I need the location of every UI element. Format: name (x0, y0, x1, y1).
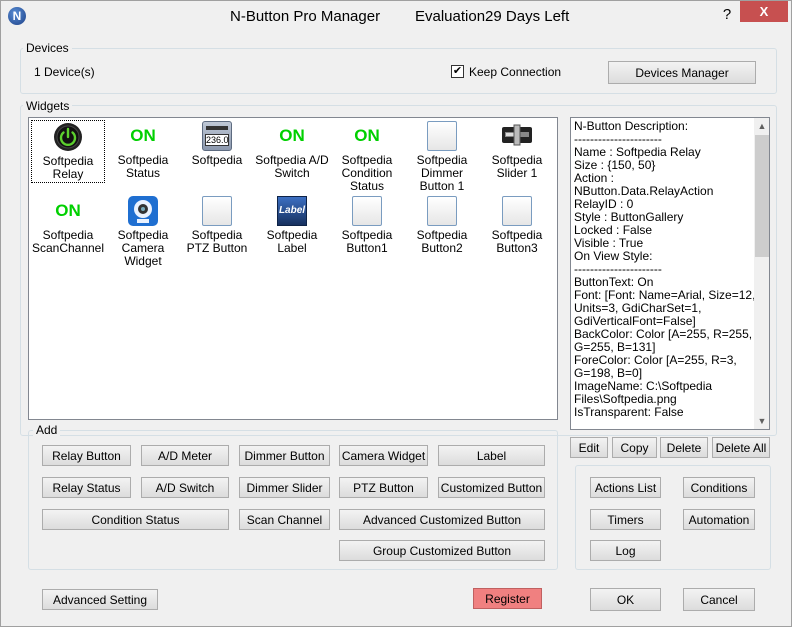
widget-softpedia-button3[interactable]: Softpedia Button3 (480, 196, 554, 255)
copy-button[interactable]: Copy (612, 437, 657, 458)
conditions-button[interactable]: Conditions (683, 477, 755, 498)
widget-label: Softpedia Condition Status (341, 153, 393, 193)
scroll-down-icon[interactable]: ▼ (754, 413, 769, 429)
dimmer-button-button[interactable]: Dimmer Button (239, 445, 330, 466)
widget-softpedia-status[interactable]: ON Softpedia Status (106, 121, 180, 180)
widget-softpedia-camera[interactable]: Softpedia Camera Widget (106, 196, 180, 268)
meter-icon: 236.0 (202, 121, 232, 151)
relay-button-button[interactable]: Relay Button (42, 445, 131, 466)
blank-button-icon (352, 196, 382, 226)
scroll-up-icon[interactable]: ▲ (754, 118, 769, 134)
widget-label: Softpedia Button1 (341, 228, 393, 255)
cancel-button[interactable]: Cancel (683, 588, 755, 611)
on-indicator: ON (130, 126, 156, 145)
keep-connection-label: Keep Connection (469, 65, 562, 79)
widget-softpedia-relay[interactable]: Softpedia Relay (31, 120, 105, 183)
widget-label: Softpedia Dimmer Button 1 (416, 153, 468, 193)
widget-label: Softpedia Relay (42, 154, 94, 181)
evaluation-notice: Evaluation29 Days Left (415, 8, 570, 25)
widget-softpedia-ad-switch[interactable]: ON Softpedia A/D Switch (255, 121, 329, 180)
ad-meter-button[interactable]: A/D Meter (141, 445, 229, 466)
widgets-group-label: Widgets (23, 99, 73, 113)
register-button[interactable]: Register (473, 588, 542, 609)
widget-softpedia-scanchannel[interactable]: ON Softpedia ScanChannel (31, 196, 105, 255)
widget-softpedia-button1[interactable]: Softpedia Button1 (330, 196, 404, 255)
relay-status-button[interactable]: Relay Status (42, 477, 131, 498)
power-icon (54, 123, 82, 151)
add-group-label: Add (33, 423, 61, 437)
widget-label: Softpedia PTZ Button (186, 228, 248, 255)
label-button[interactable]: Label (438, 445, 545, 466)
advanced-setting-button[interactable]: Advanced Setting (42, 589, 158, 610)
meter-display: 236.0 (205, 134, 229, 146)
description-scrollbar[interactable]: ▲ ▼ (754, 118, 769, 429)
camera-icon (128, 196, 158, 226)
widget-softpedia-meter[interactable]: 236.0 Softpedia (180, 121, 254, 167)
delete-button[interactable]: Delete (660, 437, 708, 458)
ok-button[interactable]: OK (590, 588, 661, 611)
label-icon: Label (277, 196, 307, 226)
widget-label: Softpedia Status (117, 153, 169, 180)
widget-label: Softpedia Button3 (491, 228, 543, 255)
widget-label: Softpedia Slider 1 (491, 153, 543, 180)
help-icon[interactable]: ? (717, 6, 737, 26)
main-window: N N-Button Pro Manager Evaluation29 Days… (0, 0, 792, 627)
widget-label: Softpedia (191, 153, 243, 167)
blank-button-icon (502, 196, 532, 226)
condition-status-button[interactable]: Condition Status (42, 509, 229, 530)
description-panel[interactable]: N-Button Description: ------------------… (570, 117, 770, 430)
edit-button[interactable]: Edit (570, 437, 608, 458)
title-bar[interactable]: N N-Button Pro Manager Evaluation29 Days… (1, 1, 791, 31)
device-count: 1 Device(s) (34, 65, 95, 79)
widget-label: Softpedia A/D Switch (255, 153, 329, 180)
ptz-button-button[interactable]: PTZ Button (339, 477, 428, 498)
keep-connection-checkbox[interactable]: ✔ (451, 65, 464, 78)
widgets-panel[interactable]: Softpedia Relay ON Softpedia Status 236.… (28, 117, 558, 420)
timers-button[interactable]: Timers (590, 509, 661, 530)
group-customized-button-button[interactable]: Group Customized Button (339, 540, 545, 561)
advanced-customized-button-button[interactable]: Advanced Customized Button (339, 509, 545, 530)
scan-channel-button[interactable]: Scan Channel (239, 509, 330, 530)
on-indicator: ON (354, 126, 380, 145)
blank-button-icon (427, 196, 457, 226)
widget-label: Softpedia ScanChannel (31, 228, 105, 255)
devices-group-label: Devices (23, 41, 72, 55)
blank-button-icon (202, 196, 232, 226)
customized-button-button[interactable]: Customized Button (438, 477, 545, 498)
camera-widget-button[interactable]: Camera Widget (339, 445, 428, 466)
widget-softpedia-condition-status[interactable]: ON Softpedia Condition Status (330, 121, 404, 193)
automation-button[interactable]: Automation (683, 509, 755, 530)
app-logo-icon: N (8, 7, 26, 25)
description-text: N-Button Description: ------------------… (574, 119, 756, 419)
scrollbar-thumb[interactable] (755, 135, 769, 257)
widget-softpedia-ptz-button[interactable]: Softpedia PTZ Button (180, 196, 254, 255)
blank-button-icon (427, 121, 457, 151)
ad-switch-button[interactable]: A/D Switch (141, 477, 229, 498)
widget-softpedia-slider[interactable]: Softpedia Slider 1 (480, 121, 554, 180)
widget-label: Softpedia Label (266, 228, 318, 255)
actions-list-button[interactable]: Actions List (590, 477, 661, 498)
widget-label: Softpedia Button2 (416, 228, 468, 255)
widget-softpedia-button2[interactable]: Softpedia Button2 (405, 196, 479, 255)
devices-manager-button[interactable]: Devices Manager (608, 61, 756, 84)
widget-softpedia-label[interactable]: Label Softpedia Label (255, 196, 329, 255)
checkmark-icon: ✔ (452, 65, 463, 77)
window-title: N-Button Pro Manager (230, 8, 381, 25)
on-indicator: ON (279, 126, 305, 145)
close-button[interactable]: X (740, 1, 788, 22)
slider-icon (502, 124, 532, 146)
on-indicator: ON (55, 201, 81, 220)
widget-label: Softpedia Camera Widget (117, 228, 169, 268)
log-button[interactable]: Log (590, 540, 661, 561)
delete-all-button[interactable]: Delete All (712, 437, 770, 458)
dimmer-slider-button[interactable]: Dimmer Slider (239, 477, 330, 498)
widget-softpedia-dimmer-button[interactable]: Softpedia Dimmer Button 1 (405, 121, 479, 193)
